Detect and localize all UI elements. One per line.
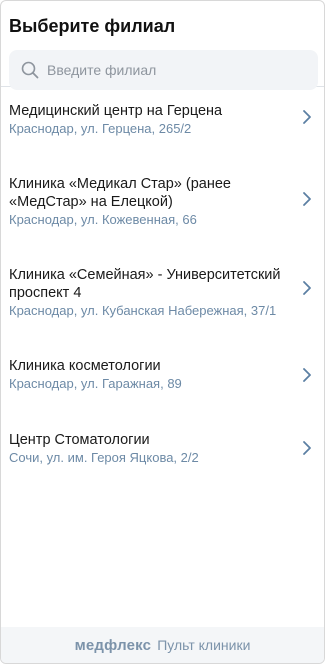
branch-address: Сочи, ул. им. Героя Яцкова, 2/2 <box>9 450 199 465</box>
branch-address: Краснодар, ул. Герцена, 265/2 <box>9 121 192 136</box>
branch-name: Клиника «Семейная» - Университетский про… <box>9 267 281 301</box>
search-bar[interactable] <box>9 50 318 90</box>
branch-address: Краснодар, ул. Гаражная, 89 <box>9 376 182 391</box>
branch-name: Медицинский центр на Герцена <box>9 103 223 119</box>
branch-address: Краснодар, ул. Кожевенная, 66 <box>9 212 197 227</box>
branch-list: Медицинский центр на Герцена Краснодар, … <box>1 87 324 476</box>
app-frame: Выберите филиал Медицинский центр на Гер… <box>0 0 325 664</box>
chevron-right-icon <box>303 280 311 295</box>
branch-item[interactable]: Клиника косметологии Краснодар, ул. Гара… <box>1 329 324 402</box>
header: Выберите филиал <box>1 1 324 90</box>
brand-subtitle: Пульт клиники <box>157 637 251 653</box>
branch-name: Клиника косметологии <box>9 358 161 374</box>
chevron-right-icon <box>303 110 311 124</box>
chevron-right-icon <box>303 367 311 382</box>
branch-item[interactable]: Медицинский центр на Герцена Краснодар, … <box>1 87 324 147</box>
search-icon <box>21 61 39 79</box>
footer: медфлекс Пульт клиники <box>1 627 324 663</box>
search-input[interactable] <box>47 62 277 78</box>
chevron-right-icon <box>303 191 311 206</box>
branch-item[interactable]: Клиника «Семейная» - Университетский про… <box>1 238 324 329</box>
branch-address: Краснодар, ул. Кубанская Набережная, 37/… <box>9 303 277 318</box>
page-title: Выберите филиал <box>9 16 176 36</box>
branch-name: Клиника «Медикал Стар» (ранее «МедСтар» … <box>9 176 231 210</box>
branch-item[interactable]: Центр Стоматологии Сочи, ул. им. Героя Я… <box>1 402 324 476</box>
branch-item[interactable]: Клиника «Медикал Стар» (ранее «МедСтар» … <box>1 147 324 238</box>
brand-logo: медфлекс <box>74 636 152 654</box>
chevron-right-icon <box>303 441 311 455</box>
branch-name: Центр Стоматологии <box>9 432 150 448</box>
